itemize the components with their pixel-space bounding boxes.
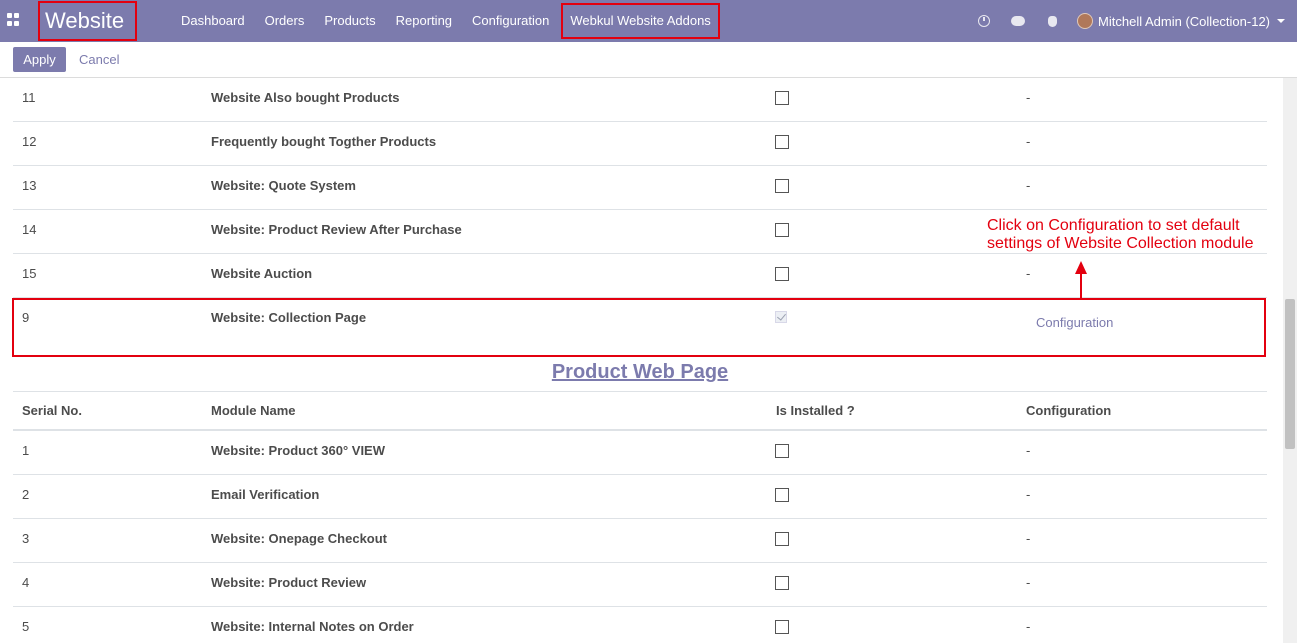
user-menu[interactable]: Mitchell Admin (Collection-12) <box>1069 13 1297 29</box>
installed-checkbox[interactable] <box>775 135 789 149</box>
scrollbar-thumb[interactable] <box>1285 299 1295 449</box>
serial-cell: 15 <box>22 266 37 281</box>
annotation-line: settings of Website Collection module <box>987 235 1254 252</box>
module-name-cell: Website: Internal Notes on Order <box>211 619 414 634</box>
installed-checkbox[interactable] <box>775 488 789 502</box>
table-row: 2 Email Verification - <box>13 475 1267 519</box>
serial-cell: 12 <box>22 134 37 149</box>
config-cell: - <box>1026 266 1031 281</box>
installed-checkbox[interactable] <box>775 620 789 634</box>
section-title[interactable]: Product Web Page <box>0 361 1280 384</box>
chat-icon[interactable] <box>1001 16 1035 26</box>
config-cell: - <box>1026 619 1031 634</box>
table-row: 11 Website Also bought Products - <box>13 78 1267 122</box>
table-header: Serial No. Module Name Is Installed ? Co… <box>13 392 1267 431</box>
module-name-cell: Frequently bought Togther Products <box>211 134 437 149</box>
table-row: 4 Website: Product Review - <box>13 563 1267 607</box>
module-name-cell: Website: Product Review After Purchase <box>211 222 462 237</box>
config-cell: - <box>1026 443 1031 458</box>
installed-checkbox[interactable] <box>775 91 789 105</box>
config-cell: - <box>1026 90 1031 105</box>
module-name-cell: Email Verification <box>211 487 320 502</box>
installed-checkbox[interactable] <box>775 267 789 281</box>
installed-checkbox[interactable] <box>775 532 789 546</box>
installed-checkbox[interactable] <box>775 223 789 237</box>
menu-reporting[interactable]: Reporting <box>386 0 462 42</box>
apply-button[interactable]: Apply <box>13 47 66 72</box>
highlight-box <box>12 298 1266 357</box>
table-row: 3 Website: Onepage Checkout - <box>13 519 1267 563</box>
table-row: 5 Website: Internal Notes on Order - <box>13 607 1267 643</box>
serial-cell: 14 <box>22 222 37 237</box>
control-panel: Apply Cancel <box>0 42 1297 78</box>
installed-checkbox[interactable] <box>775 179 789 193</box>
serial-cell: 3 <box>22 531 30 546</box>
serial-cell: 4 <box>22 575 30 590</box>
settings-content: 11 Website Also bought Products - 12 Fre… <box>0 78 1283 643</box>
module-name-cell: Website Auction <box>211 266 313 281</box>
user-name: Mitchell Admin (Collection-12) <box>1098 13 1270 29</box>
cancel-button[interactable]: Cancel <box>79 52 119 67</box>
header-is-installed: Is Installed ? <box>776 403 855 418</box>
serial-cell: 11 <box>22 90 36 105</box>
serial-cell: 5 <box>22 619 30 634</box>
table-row: 1 Website: Product 360° VIEW - <box>13 431 1267 475</box>
systray: Mitchell Admin (Collection-12) <box>967 0 1297 42</box>
installed-checkbox[interactable] <box>775 444 789 458</box>
caret-down-icon <box>1277 19 1285 23</box>
table-row: 13 Website: Quote System - <box>13 166 1267 210</box>
installed-checkbox[interactable] <box>775 576 789 590</box>
avatar <box>1077 13 1094 29</box>
arrow-shaft <box>1080 272 1082 300</box>
menu-dashboard[interactable]: Dashboard <box>171 0 255 42</box>
debug-bug-icon[interactable] <box>1035 15 1069 27</box>
header-configuration: Configuration <box>1026 403 1112 418</box>
menu-webkul-website-addons[interactable]: Webkul Website Addons <box>561 3 720 39</box>
menu-configuration[interactable]: Configuration <box>462 0 559 42</box>
main-menu: Dashboard Orders Products Reporting Conf… <box>171 0 720 42</box>
config-cell: - <box>1026 575 1031 590</box>
annotation-text: Click on Configuration to set default se… <box>987 217 1254 253</box>
header-module-name: Module Name <box>211 403 296 418</box>
app-brand[interactable]: Website <box>38 1 137 41</box>
module-name-cell: Website: Onepage Checkout <box>211 531 388 546</box>
serial-cell: 2 <box>22 487 30 502</box>
serial-cell: 13 <box>22 178 37 193</box>
table-row: 12 Frequently bought Togther Products - <box>13 122 1267 166</box>
config-cell: - <box>1026 531 1031 546</box>
annotation-line: Click on Configuration to set default <box>987 217 1240 234</box>
module-name-cell: Website: Quote System <box>211 178 356 193</box>
module-name-cell: Website: Product 360° VIEW <box>211 443 385 458</box>
config-cell: - <box>1026 487 1031 502</box>
top-navbar: Website Dashboard Orders Products Report… <box>0 0 1297 42</box>
header-serial: Serial No. <box>22 403 82 418</box>
menu-products[interactable]: Products <box>314 0 385 42</box>
config-cell: - <box>1026 178 1031 193</box>
config-cell: - <box>1026 134 1031 149</box>
vertical-scrollbar[interactable] <box>1283 78 1297 643</box>
serial-cell: 1 <box>22 443 30 458</box>
menu-orders[interactable]: Orders <box>255 0 315 42</box>
apps-grid-icon[interactable] <box>7 13 21 27</box>
activity-clock-icon[interactable] <box>967 15 1001 27</box>
module-name-cell: Website: Product Review <box>211 575 367 590</box>
module-name-cell: Website Also bought Products <box>211 90 400 105</box>
